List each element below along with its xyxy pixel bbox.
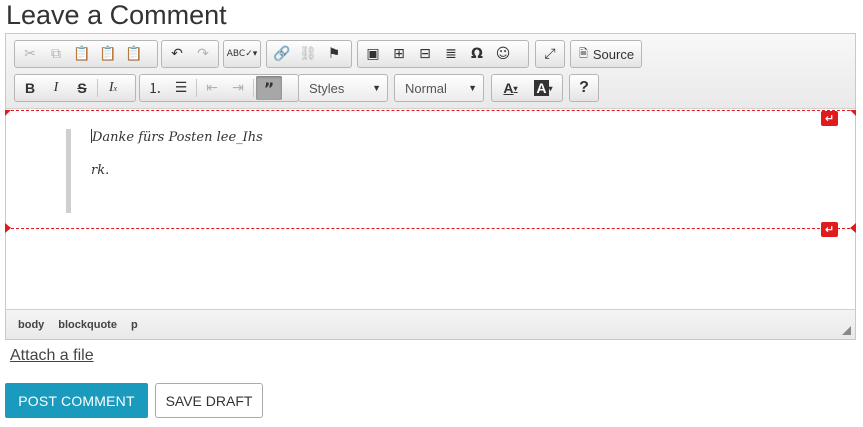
- omega-icon[interactable]: Ω: [464, 42, 490, 66]
- save-draft-button[interactable]: SAVE DRAFT: [155, 383, 263, 418]
- spellcheck-group: ABC✓▾: [223, 40, 261, 68]
- editor-content-area[interactable]: ↵ Danke fürs Posten lee_Ihs rk. ↵: [5, 110, 856, 308]
- separator: [253, 79, 254, 97]
- newline-marker-icon[interactable]: ↵: [821, 111, 838, 126]
- attach-file-link[interactable]: Attach a file: [10, 347, 94, 365]
- smiley-icon[interactable]: ☺: [490, 42, 516, 66]
- path-item-blockquote[interactable]: blockquote: [58, 319, 117, 331]
- separator: [196, 79, 197, 97]
- source-label: Source: [592, 46, 635, 62]
- source-doc-icon: 🗎: [579, 47, 588, 60]
- italic-icon[interactable]: I: [43, 76, 69, 100]
- paragraph-text: rk.: [91, 163, 110, 178]
- element-path-bar: body blockquote p: [6, 309, 855, 339]
- insert-group: ▣ ⊞ ⊟ ≣ Ω ☺: [357, 40, 529, 68]
- remove-format-icon[interactable]: Ix: [100, 76, 126, 100]
- background-color-icon[interactable]: A ▾: [527, 76, 560, 100]
- page-title: Leave a Comment: [6, 0, 227, 30]
- format-dropdown[interactable]: Normal ▼: [394, 74, 484, 102]
- numbered-list-icon[interactable]: ⒈: [142, 76, 168, 100]
- paste-icon[interactable]: 📋: [69, 42, 95, 66]
- paste-text-icon[interactable]: 📋: [95, 42, 121, 66]
- unlink-icon[interactable]: ⛓: [295, 42, 321, 66]
- block-boundary-top: [6, 110, 855, 111]
- outdent-icon[interactable]: ⇤: [199, 76, 225, 100]
- bold-icon[interactable]: B: [17, 76, 43, 100]
- blockquote[interactable]: Danke fürs Posten lee_Ihs rk.: [66, 129, 263, 213]
- help-group: ?: [569, 74, 599, 102]
- undo-group: ↶ ↷: [161, 40, 219, 68]
- link-icon[interactable]: 🔗: [269, 42, 295, 66]
- paragraph[interactable]: Danke fürs Posten lee_Ihs: [91, 129, 263, 146]
- table-icon[interactable]: ⊟: [412, 42, 438, 66]
- copy-icon[interactable]: ⧉: [43, 42, 69, 66]
- styles-dropdown[interactable]: Styles ▼: [298, 74, 388, 102]
- path-item-p[interactable]: p: [131, 319, 138, 331]
- resize-handle-icon[interactable]: [842, 326, 851, 335]
- basicstyles-group: B I S Ix: [14, 74, 136, 102]
- blockquote-icon[interactable]: ”: [256, 76, 282, 100]
- chevron-down-icon: ▼: [468, 83, 477, 93]
- redo-icon[interactable]: ↷: [190, 42, 216, 66]
- text-color-icon[interactable]: A ▾: [494, 76, 527, 100]
- newline-marker-icon[interactable]: ↵: [821, 222, 838, 237]
- horizontal-rule-icon[interactable]: ≣: [438, 42, 464, 66]
- chevron-down-icon: ▼: [372, 83, 381, 93]
- paragraph[interactable]: rk.: [91, 163, 263, 179]
- iframe-icon[interactable]: ⊞: [386, 42, 412, 66]
- cut-icon[interactable]: ✂: [17, 42, 43, 66]
- maximize-icon[interactable]: ⤢: [538, 42, 562, 66]
- styles-dropdown-label: Styles: [309, 80, 345, 96]
- format-dropdown-label: Normal: [405, 80, 447, 96]
- path-item-body[interactable]: body: [18, 319, 44, 331]
- links-group: 🔗 ⛓ ⚑: [266, 40, 352, 68]
- block-marker-icon: [850, 223, 856, 233]
- help-icon[interactable]: ?: [572, 76, 596, 100]
- paste-word-icon[interactable]: 📋: [121, 42, 147, 66]
- clipboard-group: ✂ ⧉ 📋 📋 📋: [14, 40, 158, 68]
- colors-group: A ▾ A ▾: [491, 74, 563, 102]
- image-icon[interactable]: ▣: [360, 42, 386, 66]
- paragraph-text: Danke fürs Posten lee_Ihs: [92, 130, 263, 145]
- separator: [97, 79, 98, 97]
- paragraph-group: ⒈ ☰ ⇤ ⇥ ”: [139, 74, 299, 102]
- spellcheck-icon[interactable]: ABC✓▾: [226, 42, 258, 66]
- block-marker-icon: [5, 223, 11, 233]
- maximize-group: ⤢: [535, 40, 565, 68]
- block-boundary-bottom: [6, 228, 855, 229]
- indent-icon[interactable]: ⇥: [225, 76, 251, 100]
- source-group: 🗎 Source: [570, 40, 642, 68]
- undo-icon[interactable]: ↶: [164, 42, 190, 66]
- editor-toolbar: ✂ ⧉ 📋 📋 📋 ↶ ↷ ABC✓▾ 🔗 ⛓ ⚑ ▣ ⊞ ⊟ ≣ Ω ☺ ⤢: [6, 34, 855, 109]
- post-comment-button[interactable]: POST COMMENT: [5, 383, 148, 418]
- strikethrough-icon[interactable]: S: [69, 76, 95, 100]
- source-button[interactable]: 🗎 Source: [573, 42, 640, 66]
- bulleted-list-icon[interactable]: ☰: [168, 76, 194, 100]
- anchor-flag-icon[interactable]: ⚑: [321, 42, 347, 66]
- rich-text-editor: ✂ ⧉ 📋 📋 📋 ↶ ↷ ABC✓▾ 🔗 ⛓ ⚑ ▣ ⊞ ⊟ ≣ Ω ☺ ⤢: [5, 33, 856, 340]
